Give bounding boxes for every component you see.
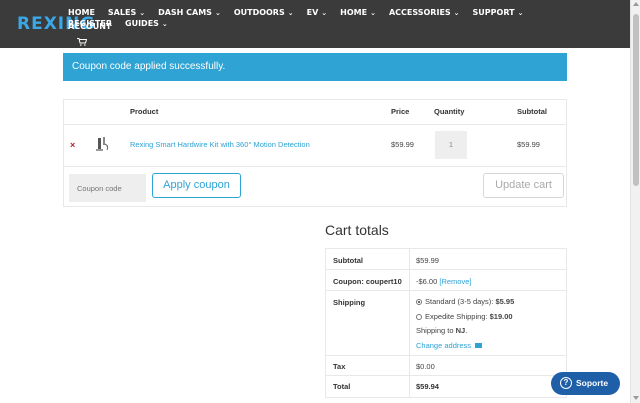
help-icon: ? <box>560 377 572 389</box>
totals-subtotal-value: $59.99 <box>416 256 439 265</box>
divider <box>326 355 566 356</box>
nav-ev[interactable]: EV ⌄ <box>307 7 328 18</box>
apply-coupon-button[interactable]: Apply coupon <box>152 173 241 198</box>
header-price: Price <box>391 107 410 116</box>
support-label: Soporte <box>576 378 609 388</box>
shipping-label: Shipping <box>333 298 366 307</box>
cart-icon[interactable] <box>77 38 87 46</box>
change-address-text: Change address <box>416 341 472 350</box>
nav-support[interactable]: SUPPORT ⌄ <box>473 7 524 18</box>
site-header: REXING HOME SALES ⌄ DASH CAMS ⌄ OUTDOORS ⌄ … <box>0 0 640 48</box>
chevron-down-icon: ⌄ <box>139 9 146 17</box>
shipping-to-text: Shipping to <box>416 326 454 335</box>
total-label: Total <box>333 382 351 391</box>
tax-label: Tax <box>333 362 346 371</box>
tax-value: $0.00 <box>416 362 435 371</box>
nav-accessories[interactable]: ACCESSORIES ⌄ <box>389 7 460 18</box>
divider <box>326 290 566 291</box>
divider <box>64 124 566 125</box>
shipping-expedite-text: Expedite Shipping: <box>425 312 488 321</box>
quantity-input[interactable]: 1 <box>435 131 467 159</box>
nav-sales[interactable]: SALES ⌄ <box>108 7 145 18</box>
header-quantity: Quantity <box>434 107 465 116</box>
coupon-success-notice: Coupon code applied successfully. <box>63 53 567 81</box>
coupon-code-input[interactable] <box>69 174 146 202</box>
cart-totals-title: Cart totals <box>325 222 389 238</box>
update-cart-button[interactable]: Update cart <box>483 173 564 198</box>
item-subtotal: $59.99 <box>517 140 540 149</box>
chevron-down-icon: ⌄ <box>370 9 376 17</box>
divider <box>326 269 566 270</box>
chevron-down-icon: ⌄ <box>453 9 460 17</box>
radio-expedite[interactable] <box>416 314 422 320</box>
remove-item-icon[interactable]: × <box>70 140 75 150</box>
coupon-discount: -$6.00 <box>416 277 438 286</box>
scroll-up-icon[interactable] <box>633 2 639 6</box>
totals-subtotal-label: Subtotal <box>333 256 363 265</box>
chevron-down-icon: ⌄ <box>214 9 221 17</box>
main-nav: HOME SALES ⌄ DASH CAMS ⌄ OUTDOORS ⌄ EV ⌄ HOM… <box>68 7 588 29</box>
shipping-standard-price: $5.95 <box>495 297 515 306</box>
product-thumbnail[interactable] <box>94 135 112 153</box>
coupon-value: -$6.00 [Remove] <box>416 277 471 286</box>
shipping-option-expedite[interactable]: Expedite Shipping: $19.00 <box>416 312 513 321</box>
divider <box>326 375 566 376</box>
shipping-expedite-price: $19.00 <box>489 312 513 321</box>
support-chat-button[interactable]: ? Soporte <box>551 372 620 395</box>
header-subtotal: Subtotal <box>517 107 547 116</box>
nav-account[interactable]: ACCOUNT <box>68 21 111 32</box>
chevron-down-icon: ⌄ <box>517 9 524 17</box>
shipping-standard-text: Standard (3-5 days): <box>425 297 494 306</box>
shipping-destination: Shipping to NJ. <box>416 326 468 335</box>
coupon-label: Coupon: coupert10 <box>333 277 402 286</box>
shipping-state: NJ <box>455 326 466 335</box>
remove-coupon-link[interactable]: [Remove] <box>439 277 471 286</box>
divider <box>64 166 566 167</box>
change-address-link[interactable]: Change address <box>416 341 483 350</box>
product-name-link[interactable]: Rexing Smart Hardwire Kit with 360° Moti… <box>130 140 310 149</box>
nav-outdoors[interactable]: OUTDOORS ⌄ <box>234 7 294 18</box>
item-price: $59.99 <box>391 140 414 149</box>
header-product: Product <box>130 107 159 116</box>
chevron-down-icon: ⌄ <box>287 9 294 17</box>
chevron-down-icon: ⌄ <box>161 20 168 28</box>
chevron-down-icon: ⌄ <box>321 9 328 17</box>
shipping-option-standard[interactable]: Standard (3-5 days): $5.95 <box>416 297 514 306</box>
scroll-down-icon[interactable] <box>633 396 639 400</box>
scroll-thumb[interactable] <box>633 14 639 186</box>
nav-home[interactable]: HOME <box>68 7 95 18</box>
cart-totals-table: Subtotal $59.99 Coupon: coupert10 -$6.00… <box>325 248 567 398</box>
page-scrollbar[interactable] <box>630 0 640 403</box>
nav-dash-cams[interactable]: DASH CAMS ⌄ <box>158 7 221 18</box>
nav-guides[interactable]: GUIDES ⌄ <box>125 18 168 29</box>
total-value: $59.94 <box>416 382 439 391</box>
truck-icon <box>475 343 483 348</box>
radio-standard[interactable] <box>416 299 422 305</box>
nav-home-products[interactable]: HOME ⌄ <box>340 7 376 18</box>
cart-table: Product Price Quantity Subtotal × Rexing… <box>63 99 567 207</box>
